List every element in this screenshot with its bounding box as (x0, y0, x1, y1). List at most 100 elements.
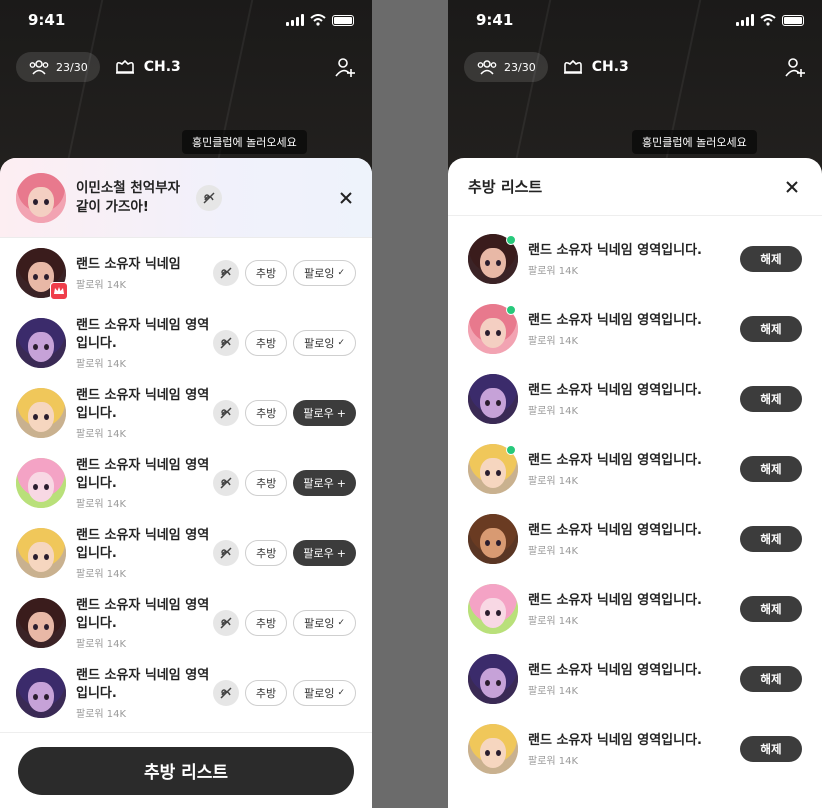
kicked-user-row: 랜드 소유자 닉네임 영역입니다. 팔로워 14K 해제 (448, 364, 822, 434)
avatar (468, 724, 518, 774)
close-button[interactable] (336, 188, 356, 208)
crown-badge-icon (50, 282, 68, 300)
check-icon: ✓ (337, 338, 345, 348)
follower-count: 팔로워 14K (528, 545, 579, 557)
release-button[interactable]: 해제 (740, 386, 802, 412)
follower-count: 팔로워 14K (528, 685, 579, 697)
release-button[interactable]: 해제 (740, 666, 802, 692)
release-button[interactable]: 해제 (740, 526, 802, 552)
follower-count: 팔로워 14K (528, 405, 579, 417)
phone-screen-participants: 9:41 23/30 CH.3 홍민클럽에 놀러오세요 이민소철 천억부자 같이… (0, 0, 372, 808)
kick-button[interactable]: 추방 (244, 260, 288, 286)
avatar (468, 374, 518, 424)
kick-list: 랜드 소유자 닉네임 영역입니다. 팔로워 14K 해제 랜드 소유자 닉네임 영역입… (448, 216, 822, 784)
status-bar: 9:41 (476, 8, 804, 32)
participant-info: 랜드 소유자 닉네임 영역입니다. 팔로워 14K (76, 667, 213, 720)
following-button[interactable]: 팔로잉 ✓ (293, 330, 356, 356)
kick-list-button[interactable]: 추방 리스트 (18, 746, 354, 795)
avatar (16, 668, 66, 718)
kick-button[interactable]: 추방 (244, 610, 288, 636)
plus-icon: + (336, 406, 346, 420)
release-button[interactable]: 해제 (740, 456, 802, 482)
kick-button[interactable]: 추방 (244, 330, 288, 356)
mute-mic-button[interactable] (212, 330, 239, 356)
participant-info: 랜드 소유자 닉네임 영역입니다. 팔로워 14K (76, 527, 213, 580)
kicked-user-row: 랜드 소유자 닉네임 영역입니다. 팔로워 14K 해제 (448, 434, 822, 504)
online-indicator (506, 445, 516, 455)
kicked-user-info: 랜드 소유자 닉네임 영역입니다. 팔로워 14K (528, 452, 740, 487)
people-icon (477, 60, 497, 75)
mic-off-icon (220, 617, 232, 629)
mute-mic-button[interactable] (212, 610, 239, 636)
kicked-user-name: 랜드 소유자 닉네임 영역입니다. (528, 452, 702, 468)
participant-info: 랜드 소유자 닉네임 영역입니다. 팔로워 14K (76, 317, 213, 370)
kicked-user-row: 랜드 소유자 닉네임 영역입니다. 팔로워 14K 해제 (448, 504, 822, 574)
avatar (16, 248, 68, 300)
avatar (16, 598, 66, 648)
kicked-user-row: 랜드 소유자 닉네임 영역입니다. 팔로워 14K 해제 (448, 574, 822, 644)
participant-row: 랜드 소유자 닉네임 영역입니다. 팔로워 14K 추방 팔로우 + (0, 448, 372, 518)
battery-icon (782, 14, 804, 26)
following-label: 팔로잉 (304, 337, 335, 350)
mute-mic-button[interactable] (212, 260, 239, 286)
room-tooltip: 홍민클럽에 놀러오세요 (632, 130, 757, 154)
avatar (468, 654, 518, 704)
channel-label: CH.3 (591, 59, 629, 75)
bottom-bar: 추방 리스트 (0, 732, 372, 808)
online-indicator (506, 235, 516, 245)
follower-count: 팔로워 14K (76, 498, 127, 510)
kick-button[interactable]: 추방 (244, 680, 288, 706)
kicked-user-info: 랜드 소유자 닉네임 영역입니다. 팔로워 14K (528, 592, 740, 627)
following-button[interactable]: 팔로잉 ✓ (293, 610, 356, 636)
kicked-user-name: 랜드 소유자 닉네임 영역입니다. (528, 312, 702, 328)
following-button[interactable]: 팔로잉 ✓ (293, 680, 356, 706)
kick-button[interactable]: 추방 (245, 470, 288, 496)
avatar (16, 318, 66, 368)
avatar-image (16, 668, 66, 718)
mute-mic-button[interactable] (196, 184, 222, 211)
release-button[interactable]: 해제 (740, 316, 802, 342)
hat-icon (115, 59, 134, 74)
kick-button[interactable]: 추방 (245, 540, 288, 566)
following-button[interactable]: 팔로잉 ✓ (293, 260, 356, 286)
add-user-icon[interactable] (334, 56, 356, 78)
avatar (16, 528, 66, 578)
follow-button[interactable]: 팔로우 + (293, 470, 356, 496)
avatar-image (468, 724, 518, 774)
participant-info: 랜드 소유자 닉네임 영역입니다. 팔로워 14K (76, 457, 213, 510)
battery-icon (332, 14, 354, 26)
mute-mic-button[interactable] (213, 470, 240, 496)
participant-name: 랜드 소유자 닉네임 영역입니다. (76, 667, 210, 701)
kicked-user-name: 랜드 소유자 닉네임 영역입니다. (528, 522, 702, 538)
people-icon (29, 60, 49, 75)
check-icon: ✓ (337, 268, 345, 278)
mic-off-icon (220, 407, 232, 419)
kicked-user-name: 랜드 소유자 닉네임 영역입니다. (528, 662, 702, 678)
release-button[interactable]: 해제 (740, 246, 802, 272)
participant-row: 랜드 소유자 닉네임 팔로워 14K 추방 팔로잉 ✓ (0, 238, 372, 308)
room-top-bar: 23/30 CH.3 (464, 52, 806, 82)
add-user-icon[interactable] (784, 56, 806, 78)
member-count-pill[interactable]: 23/30 (16, 52, 100, 82)
mic-off-icon (203, 191, 215, 204)
release-button[interactable]: 해제 (740, 736, 802, 762)
mute-mic-button[interactable] (213, 400, 240, 426)
mic-off-icon (220, 267, 232, 279)
close-button[interactable] (782, 177, 802, 197)
kicked-user-row: 랜드 소유자 닉네임 영역입니다. 팔로워 14K 해제 (448, 294, 822, 364)
signal-icon (286, 14, 304, 26)
member-count-pill[interactable]: 23/30 (464, 52, 548, 82)
kick-button[interactable]: 추방 (245, 400, 288, 426)
avatar-image (468, 584, 518, 634)
status-time: 9:41 (476, 11, 514, 29)
follower-count: 팔로워 14K (76, 279, 127, 291)
channel-indicator[interactable]: CH.3 (114, 58, 181, 76)
follow-button[interactable]: 팔로우 + (293, 400, 356, 426)
channel-indicator[interactable]: CH.3 (562, 58, 629, 76)
participant-info: 랜드 소유자 닉네임 영역입니다. 팔로워 14K (76, 387, 213, 440)
mute-mic-button[interactable] (212, 680, 239, 706)
follow-button[interactable]: 팔로우 + (293, 540, 356, 566)
participant-name: 랜드 소유자 닉네임 영역입니다. (76, 387, 210, 421)
release-button[interactable]: 해제 (740, 596, 802, 622)
mute-mic-button[interactable] (213, 540, 240, 566)
